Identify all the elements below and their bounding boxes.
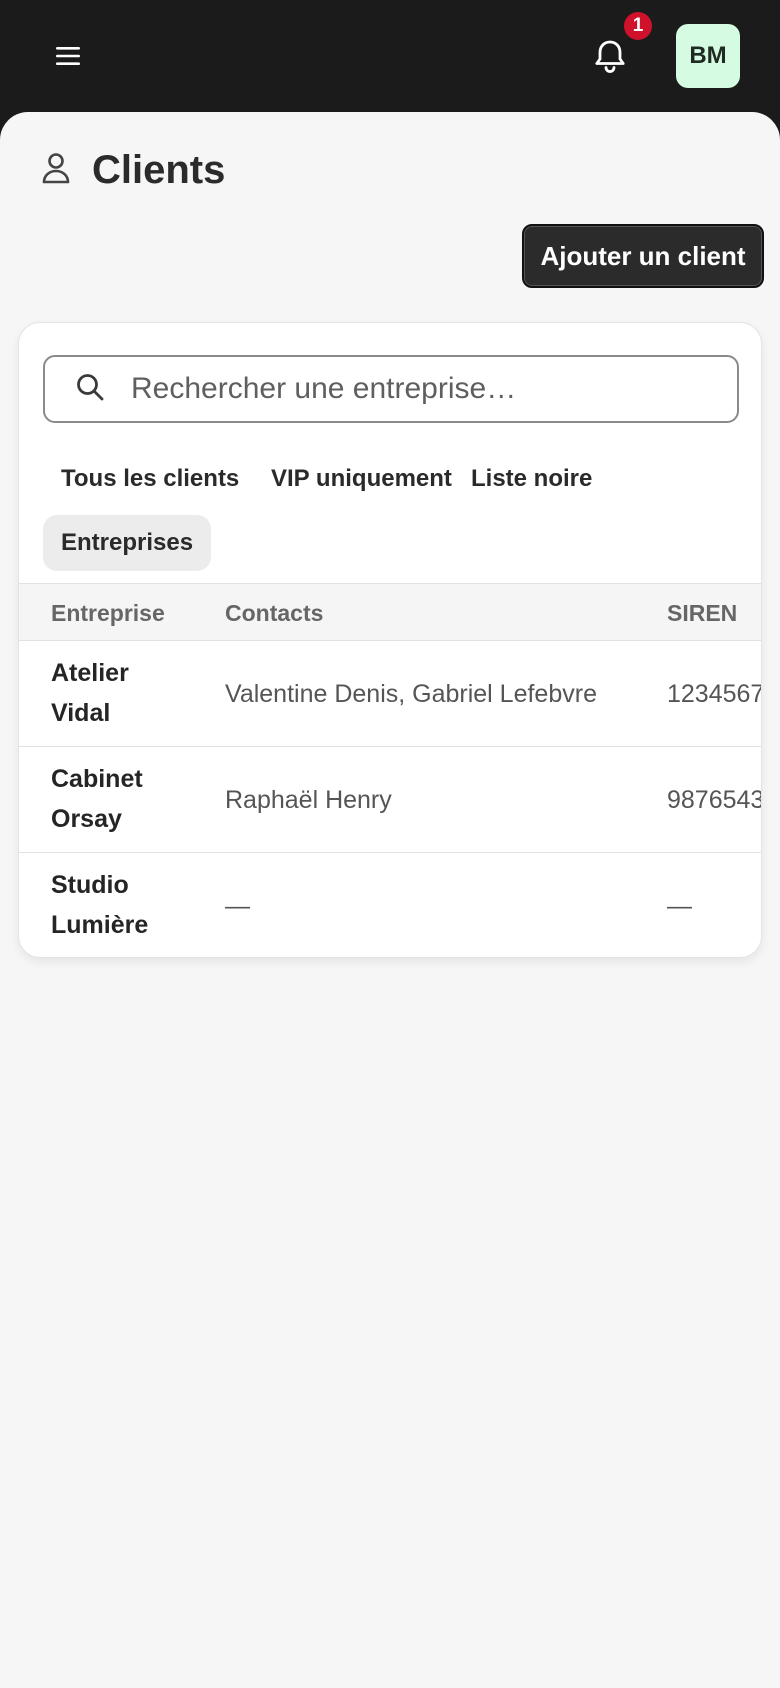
- filter-blacklist[interactable]: Liste noire: [453, 451, 610, 507]
- siren-cell: 1234567: [667, 680, 762, 708]
- column-header-contacts[interactable]: Contacts: [225, 584, 323, 642]
- table-row[interactable]: Cabinet Orsay Raphaël Henry 9876543: [19, 747, 762, 853]
- contacts-cell: —: [225, 892, 250, 920]
- filter-all-clients[interactable]: Tous les clients: [43, 451, 257, 507]
- company-name: Atelier Vidal: [51, 659, 129, 727]
- company-name: Cabinet Orsay: [51, 765, 143, 833]
- search-field[interactable]: [43, 355, 739, 423]
- search-icon: [45, 372, 105, 407]
- add-client-button[interactable]: Ajouter un client: [522, 224, 764, 288]
- table-header: Entreprise Contacts SIREN: [19, 583, 761, 642]
- page-title: Clients: [92, 148, 226, 192]
- user-icon: [40, 151, 72, 190]
- clients-card: Tous les clients VIP uniquement Liste no…: [18, 322, 762, 958]
- siren-cell: —: [667, 892, 692, 920]
- filter-vip-only[interactable]: VIP uniquement: [253, 451, 470, 507]
- table-row[interactable]: Studio Lumière — —: [19, 853, 761, 957]
- avatar[interactable]: BM: [676, 24, 740, 88]
- notification-badge: 1: [624, 12, 652, 40]
- top-bar: 1 BM: [0, 0, 780, 112]
- column-header-company[interactable]: Entreprise: [51, 584, 165, 642]
- clients-table: Entreprise Contacts SIREN Atelier Vidal …: [19, 583, 762, 957]
- company-name: Studio Lumière: [51, 871, 149, 939]
- siren-cell: 9876543: [667, 786, 762, 814]
- contacts-cell: Valentine Denis, Gabriel Lefebvre: [225, 680, 597, 708]
- page-header: Clients: [40, 148, 225, 193]
- search-input[interactable]: [131, 372, 711, 406]
- filter-companies[interactable]: Entreprises: [43, 515, 212, 571]
- hamburger-menu-icon[interactable]: [48, 36, 88, 76]
- column-header-siren[interactable]: SIREN: [667, 584, 737, 642]
- contacts-cell: Raphaël Henry: [225, 786, 392, 814]
- table-row[interactable]: Atelier Vidal Valentine Denis, Gabriel L…: [19, 641, 762, 747]
- bell-icon[interactable]: [588, 34, 632, 78]
- main-content: Clients Ajouter un client Tous les clien…: [0, 112, 780, 1688]
